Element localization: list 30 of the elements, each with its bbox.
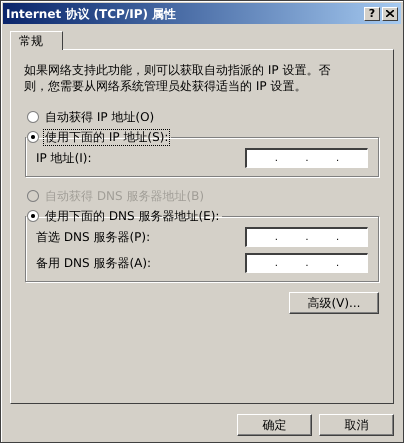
help-button[interactable]: ?	[364, 6, 380, 20]
field-label: IP 地址(I):	[36, 150, 92, 167]
close-icon	[386, 10, 394, 17]
window-title: Internet 协议 (TCP/IP) 属性	[6, 6, 176, 22]
radio-button[interactable]	[27, 131, 39, 143]
tab[interactable]: 常规	[10, 31, 63, 50]
radio-button[interactable]	[27, 210, 39, 222]
address-separator: .	[274, 152, 278, 166]
address-separator: .	[274, 231, 278, 245]
address-separator: .	[336, 257, 340, 271]
field-label: 首选 DNS 服务器(P):	[36, 229, 150, 246]
address-separator: .	[336, 231, 340, 245]
field-label: 备用 DNS 服务器(A):	[36, 255, 152, 272]
ip-address-field[interactable]: . . .	[245, 148, 368, 168]
radio-label: 使用下面的 IP 地址(S):	[43, 128, 170, 146]
dialog-button[interactable]: 确定	[237, 414, 312, 436]
address-separator: .	[274, 257, 278, 271]
radio-label: 自动获得 IP 地址(O)	[44, 108, 156, 126]
dialog-button[interactable]: 取消	[319, 414, 394, 436]
dialog-button[interactable]: 高级(V)...	[289, 292, 379, 314]
close-button[interactable]	[382, 6, 398, 20]
address-separator: .	[305, 257, 309, 271]
radio-button[interactable]	[27, 111, 39, 123]
address-separator: .	[305, 152, 309, 166]
ip-address-field[interactable]: . . .	[245, 227, 368, 247]
description-text: 如果网络支持此功能，则可以获取自动指派的 IP 设置。否则，您需要从网络系统管理员处获得适当的 IP 设置。	[23, 62, 332, 94]
address-separator: .	[336, 152, 340, 166]
address-separator: .	[305, 231, 309, 245]
ip-address-field[interactable]: . . .	[245, 253, 368, 273]
radio-label: 使用下面的 DNS 服务器地址(E):	[44, 208, 220, 224]
